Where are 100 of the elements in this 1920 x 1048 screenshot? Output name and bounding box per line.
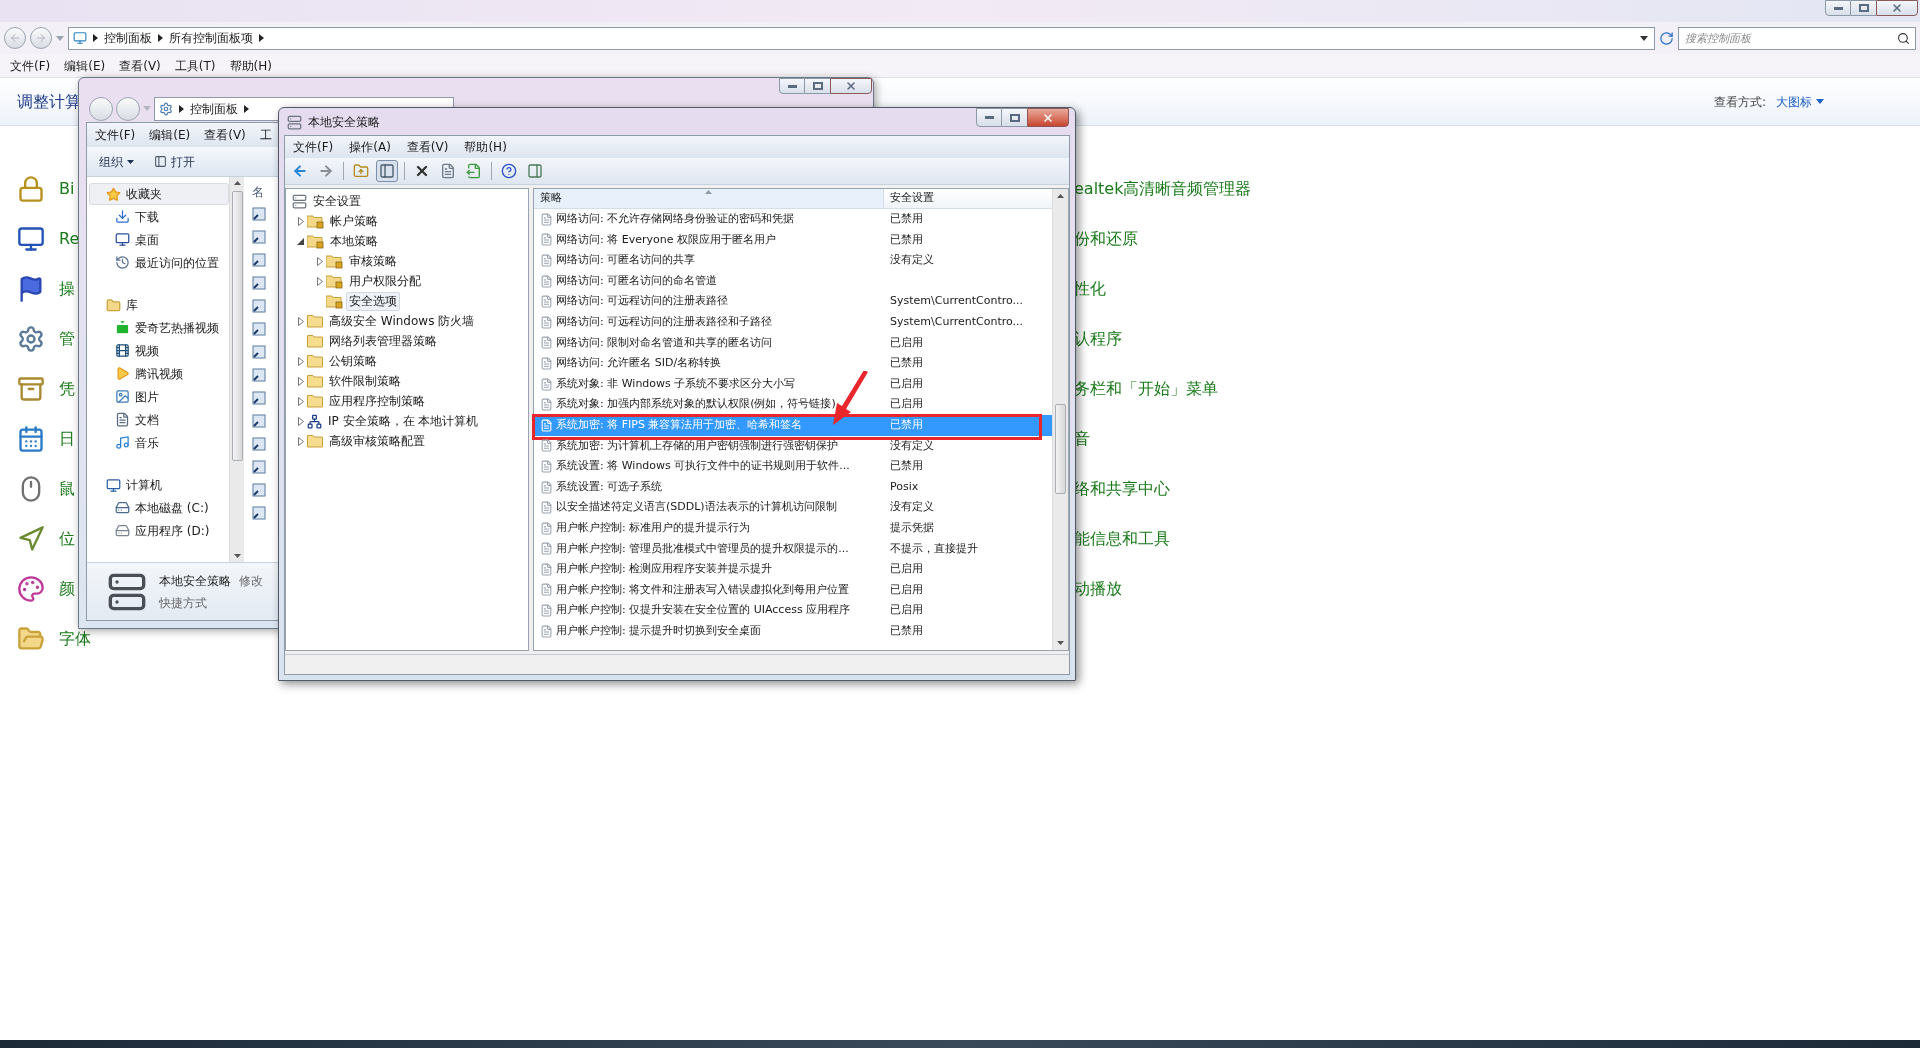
address-bar[interactable]: 控制面板 所有控制面板项 (68, 26, 1655, 50)
minimize-button[interactable] (1825, 0, 1851, 16)
minimize-button[interactable] (976, 108, 1002, 127)
menu-item[interactable]: 编辑(E) (149, 126, 191, 144)
table-row[interactable]: 网络访问: 可远程访问的注册表路径 System\CurrentContro... (534, 291, 1052, 312)
expand-arrow-icon[interactable] (316, 276, 323, 286)
table-row[interactable]: 系统设置: 可选子系统 Posix (534, 476, 1052, 498)
expand-arrow-icon[interactable] (297, 416, 304, 426)
applet-link[interactable]: ealtek高清晰音频管理器 (1074, 177, 1252, 201)
applet-link[interactable]: Bi (59, 177, 75, 201)
applet-link[interactable]: 凭 (59, 377, 75, 401)
nav-group[interactable]: 收藏夹 (89, 183, 229, 205)
menu-item[interactable]: 操作(A) (349, 138, 391, 156)
tree-item[interactable]: 帐户策略 (327, 211, 381, 231)
menu-item[interactable]: 文件(F) (95, 126, 136, 144)
applet-link[interactable]: 音 (1074, 427, 1090, 451)
expand-arrow-icon[interactable] (297, 436, 304, 446)
expand-arrow-icon[interactable] (316, 256, 323, 266)
table-row[interactable]: 网络访问: 可匿名访问的命名管道 (534, 270, 1052, 292)
nav-item[interactable]: 视频 (89, 339, 229, 362)
scrollbar[interactable] (1052, 189, 1068, 650)
maximize-button[interactable] (805, 78, 830, 94)
tree-item[interactable]: 审核策略 (346, 251, 400, 271)
menu-item[interactable]: 查看(V) (119, 56, 161, 75)
menu-item[interactable]: 帮助(H) (464, 138, 507, 156)
menu-item[interactable]: 查看(V) (406, 138, 449, 156)
breadcrumb[interactable]: 控制面板 (104, 29, 152, 47)
tree-item[interactable]: 安全选项 (346, 291, 400, 311)
scrollbar-thumb[interactable] (1055, 404, 1066, 494)
view-by-dropdown[interactable]: 大图标 (1776, 92, 1824, 111)
nav-item[interactable]: 腾讯视频 (89, 362, 229, 385)
minimize-button[interactable] (779, 78, 805, 94)
tree-item[interactable]: 用户权限分配 (346, 271, 424, 291)
nav-item[interactable]: 爱奇艺热播视频 (89, 316, 229, 339)
collapse-arrow-icon[interactable] (297, 237, 304, 245)
nav-item[interactable]: 下载 (89, 205, 229, 228)
applet-link[interactable]: 字体 (59, 627, 91, 651)
menu-item[interactable]: 帮助(H) (229, 56, 272, 75)
refresh-icon[interactable] (1659, 30, 1674, 46)
caret-icon[interactable] (56, 35, 64, 41)
nav-item[interactable]: 桌面 (89, 228, 229, 251)
table-row[interactable]: 用户帐户控制: 检测应用程序安装并提示提升 已启用 (534, 559, 1052, 580)
table-row[interactable]: 网络访问: 限制对命名管道和共享的匿名访问 已启用 (534, 332, 1052, 354)
dropdown-caret-icon[interactable] (1640, 35, 1648, 41)
menu-item[interactable]: 工 (259, 126, 272, 144)
toolbar-button[interactable]: 打开 (154, 152, 195, 171)
table-row[interactable]: 系统对象: 非 Windows 子系统不要求区分大小写 已启用 (534, 373, 1052, 395)
nav-item[interactable]: 最近访问的位置 (89, 251, 229, 274)
applet-link[interactable]: 位 (59, 527, 75, 551)
table-row[interactable]: 系统对象: 加强内部系统对象的默认权限(例如，符号链接) 已启用 (534, 394, 1052, 415)
scrollbar-thumb[interactable] (231, 191, 243, 461)
table-row[interactable]: 网络访问: 可匿名访问的共享 没有定义 (534, 250, 1052, 271)
tree-item[interactable]: 高级安全 Windows 防火墙 (326, 311, 478, 331)
nav-group[interactable]: 计算机 (89, 474, 229, 496)
nav-item[interactable]: 图片 (89, 385, 229, 408)
table-row[interactable]: 系统设置: 将 Windows 可执行文件中的证书规则用于软件... 已禁用 (534, 456, 1052, 477)
menu-item[interactable]: 文件(F) (10, 56, 51, 75)
nav-group[interactable]: 库 (89, 294, 229, 316)
breadcrumb[interactable]: 所有控制面板项 (169, 29, 253, 47)
column-header[interactable]: 名 (252, 183, 264, 201)
expand-arrow-icon[interactable] (297, 356, 304, 366)
toolbar-button[interactable]: 组织 (99, 152, 134, 171)
table-row[interactable]: 用户帐户控制: 提示提升时切换到安全桌面 已禁用 (534, 620, 1052, 642)
menu-item[interactable]: 工具(T) (174, 56, 216, 75)
scrollbar[interactable] (229, 177, 244, 562)
tree-item[interactable]: 软件限制策略 (326, 371, 404, 391)
applet-link[interactable]: 认程序 (1074, 327, 1122, 351)
applet-link[interactable]: Re (59, 227, 80, 251)
table-row[interactable]: 用户帐户控制: 将文件和注册表写入错误虚拟化到每用户位置 已启用 (534, 579, 1052, 601)
maximize-button[interactable] (1002, 108, 1027, 127)
table-row[interactable]: 用户帐户控制: 管理员批准模式中管理员的提升权限提示的... 不提示，直接提升 (534, 538, 1052, 560)
applet-link[interactable]: 务栏和「开始」菜单 (1074, 377, 1218, 401)
table-row[interactable]: 网络访问: 将 Everyone 权限应用于匿名用户 已禁用 (534, 229, 1052, 251)
table-row[interactable]: 用户帐户控制: 仅提升安装在安全位置的 UIAccess 应用程序 已启用 (534, 600, 1052, 621)
menu-item[interactable]: 编辑(E) (64, 56, 106, 75)
expand-arrow-icon[interactable] (297, 376, 304, 386)
tree-item[interactable]: 网络列表管理器策略 (326, 331, 440, 351)
tree-item[interactable]: 高级审核策略配置 (326, 431, 428, 451)
table-row[interactable]: 以安全描述符定义语言(SDDL)语法表示的计算机访问限制 没有定义 (534, 497, 1052, 518)
nav-item[interactable]: 音乐 (89, 431, 229, 454)
applet-link[interactable]: 鼠 (59, 477, 75, 501)
tree-item[interactable]: 公钥策略 (326, 351, 380, 371)
column-header[interactable]: 安全设置 (884, 189, 1052, 208)
search-field[interactable]: 搜索控制面板 (1678, 26, 1916, 50)
breadcrumb[interactable]: 控制面板 (190, 99, 238, 118)
close-button[interactable] (830, 78, 872, 94)
table-row[interactable]: 网络访问: 不允许存储网络身份验证的密码和凭据 已禁用 (534, 209, 1052, 230)
tree-item[interactable]: 安全设置 (310, 191, 364, 211)
tree-item[interactable]: IP 安全策略，在 本地计算机 (325, 411, 482, 431)
expand-arrow-icon[interactable] (297, 396, 304, 406)
applet-link[interactable]: 颜 (59, 577, 75, 601)
expand-arrow-icon[interactable] (297, 316, 304, 326)
nav-item[interactable]: 文档 (89, 408, 229, 431)
table-row[interactable]: 网络访问: 允许匿名 SID/名称转换 已禁用 (534, 353, 1052, 374)
table-row[interactable]: 用户帐户控制: 标准用户的提升提示行为 提示凭据 (534, 517, 1052, 539)
table-row[interactable]: 系统加密: 为计算机上存储的用户密钥强制进行强密钥保护 没有定义 (534, 435, 1052, 457)
close-button[interactable] (1876, 0, 1918, 16)
close-button[interactable] (1027, 108, 1069, 127)
nav-item[interactable]: 本地磁盘 (C:) (89, 496, 229, 519)
expand-arrow-icon[interactable] (297, 216, 304, 226)
